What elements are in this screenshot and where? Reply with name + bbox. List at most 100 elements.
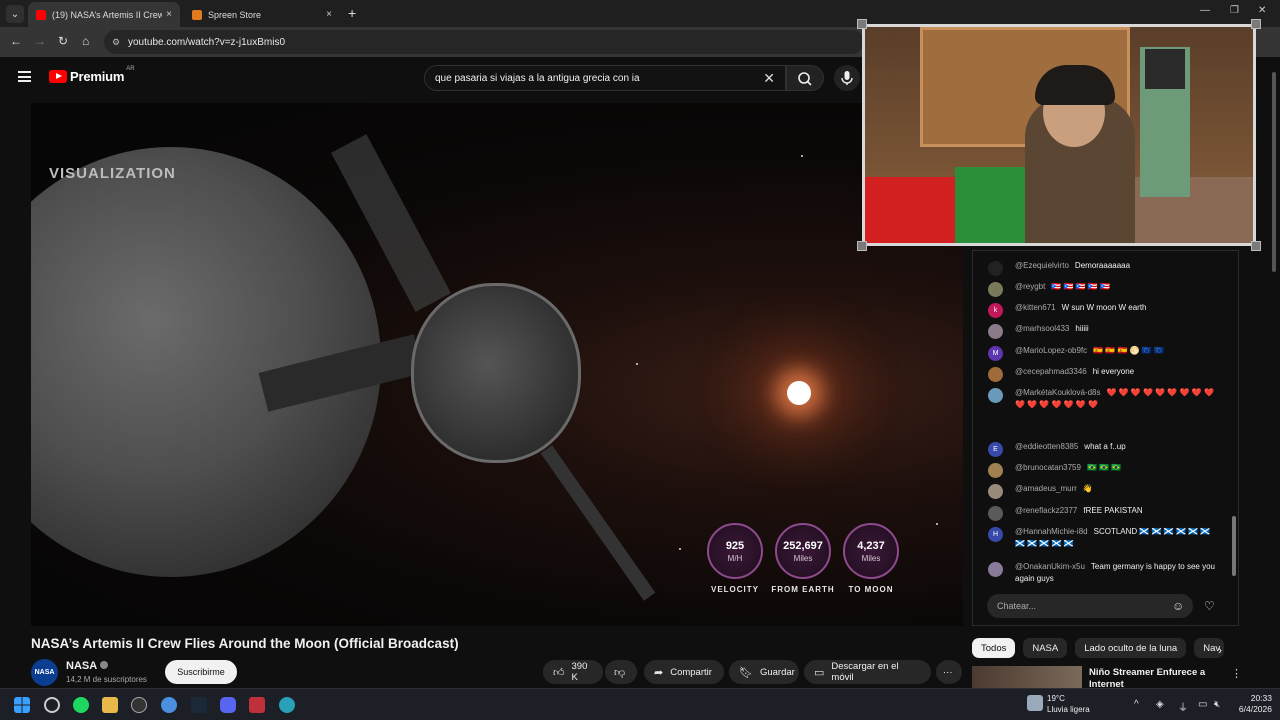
new-tab-button[interactable]: + (348, 5, 356, 21)
share-button[interactable]: ➦ Compartir (644, 660, 724, 684)
chat-message-body: @brunocatan3759 🇧🇷 🇧🇷 🇧🇷 (1015, 462, 1220, 474)
more-actions-button[interactable]: ··· (936, 660, 962, 684)
save-button[interactable]: 🔖︎ Guardar (729, 660, 799, 684)
chat-avatar[interactable] (988, 261, 1003, 276)
chat-message-body: @eddieotten8385 what a f..up (1015, 441, 1220, 453)
scrollbar-thumb[interactable] (1272, 72, 1276, 272)
4k-app-icon[interactable] (131, 697, 147, 713)
subscriber-count: 14,2 M de suscriptores (66, 675, 147, 684)
browser-tab-spreen-store[interactable]: Spreen Store × (184, 2, 340, 27)
chat-message-body: @MarioLopez-ob9fc 🇪🇸 🇪🇸 🇪🇸 🌕 🇪🇺 🇪🇺 (1015, 345, 1220, 357)
chat-username[interactable]: @amadeus_murr (1015, 484, 1077, 493)
chat-avatar[interactable] (988, 282, 1003, 297)
logo-text: Premium (70, 69, 125, 84)
chat-username[interactable]: @MarioLopez-ob9fc (1015, 346, 1087, 355)
chip-lado-oculto[interactable]: Lado oculto de la luna (1075, 638, 1187, 658)
emoji-icon[interactable]: ☺ (1172, 599, 1184, 613)
subscribe-button[interactable]: Suscribirme (165, 660, 237, 684)
chevron-right-icon[interactable]: › (1218, 643, 1222, 657)
download-button[interactable]: ▭ Descargar en el móvil (804, 660, 931, 684)
chat-scrollbar[interactable] (1232, 516, 1236, 576)
search-button[interactable] (786, 65, 824, 91)
chat-username[interactable]: @reneflackz2377 (1015, 506, 1077, 515)
chat-username[interactable]: @brunocatan3759 (1015, 463, 1081, 472)
chat-avatar[interactable]: k (988, 303, 1003, 318)
chat-username[interactable]: @eddieotten8385 (1015, 442, 1078, 451)
chat-avatar[interactable] (988, 562, 1003, 577)
channel-avatar[interactable]: NASA (31, 659, 58, 686)
channel-name[interactable]: NASA (66, 660, 109, 672)
chat-input[interactable]: Chatear... (987, 594, 1193, 618)
tab-close-icon[interactable]: × (166, 9, 172, 20)
chat-avatar[interactable] (988, 506, 1003, 521)
volume-muted-icon[interactable]: 🔇︎ (1214, 699, 1220, 710)
tab-close-icon[interactable]: × (326, 9, 332, 20)
spotify-icon[interactable] (73, 697, 89, 713)
more-options-icon[interactable]: ⋮ (1231, 667, 1242, 680)
chat-avatar[interactable] (988, 388, 1003, 403)
chevron-up-icon[interactable]: ^ (1134, 699, 1139, 710)
security-icon[interactable]: ◈ (1156, 699, 1164, 710)
chat-avatar[interactable] (988, 484, 1003, 499)
minimize-icon[interactable]: — (1200, 5, 1210, 16)
back-icon[interactable]: ← (10, 34, 22, 48)
close-window-icon[interactable]: ✕ (1258, 5, 1266, 16)
file-explorer-icon[interactable] (102, 697, 118, 713)
chat-message: @Ezequielvirto Demoraaaaaaa (988, 260, 1220, 276)
chip-todos[interactable]: Todos (972, 638, 1016, 658)
like-button[interactable]: 👍︎ 390 K (543, 660, 603, 684)
live-chat-panel: @Ezequielvirto Demoraaaaaaa @reygbt 🇵🇷 🇵🇷 🇵… (972, 250, 1239, 626)
home-icon[interactable]: ⌂ (82, 34, 89, 48)
discord-icon[interactable] (220, 697, 236, 713)
visualization-label: VISUALIZATION (49, 165, 176, 182)
tab-search-button[interactable]: ⌄ (6, 5, 24, 23)
chat-avatar[interactable] (988, 324, 1003, 339)
chat-username[interactable]: @cecepahmad3346 (1015, 367, 1087, 376)
search-query: que pasaria si viajas a la antigua greci… (435, 72, 640, 84)
video-player[interactable]: VISUALIZATION 925 M/H VELOCITY 252,697 M… (31, 103, 963, 626)
chrome-icon[interactable] (161, 697, 177, 713)
screen: ⌄ (19) NASA’s Artemis II Crew Flie × Spr… (0, 0, 1280, 720)
chat-username[interactable]: @MarkétaKouklová-d8s (1015, 388, 1101, 397)
youtube-favicon-icon (36, 9, 46, 20)
forward-icon[interactable]: → (34, 34, 46, 48)
app-icon[interactable] (249, 697, 265, 713)
chat-avatar[interactable] (988, 463, 1003, 478)
voice-search-button[interactable] (834, 65, 860, 91)
weather-icon[interactable] (1027, 695, 1043, 711)
youtube-logo[interactable]: Premium AR (49, 66, 135, 84)
clear-search-icon[interactable]: ✕ (763, 70, 775, 87)
chat-avatar[interactable]: H (988, 527, 1003, 542)
search-input[interactable]: que pasaria si viajas a la antigua greci… (424, 65, 786, 91)
reload-icon[interactable]: ↻ (58, 34, 68, 48)
browser-tab-youtube[interactable]: (19) NASA’s Artemis II Crew Flie × (28, 2, 180, 27)
dislike-button[interactable]: 👎︎ (605, 660, 637, 684)
system-clock[interactable]: 20:33 6/4/2026 (1232, 693, 1272, 715)
search-icon (798, 72, 812, 86)
chat-avatar[interactable]: E (988, 442, 1003, 457)
site-info-icon[interactable]: ⚙ (112, 37, 120, 48)
obs-icon[interactable] (44, 697, 60, 713)
weather-widget[interactable]: 19°C Lluvia ligera (1047, 693, 1090, 715)
chat-avatar[interactable]: M (988, 346, 1003, 361)
chat-username[interactable]: @Ezequielvirto (1015, 261, 1069, 270)
microphone-tray-icon[interactable]: ⏚ (1178, 699, 1188, 714)
windows-start-icon[interactable] (14, 697, 30, 713)
chat-username[interactable]: @marhsool433 (1015, 324, 1069, 333)
maximize-icon[interactable]: ❐ (1230, 5, 1239, 16)
heart-icon[interactable]: ♡ (1204, 599, 1215, 613)
chat-username[interactable]: @reygbt (1015, 282, 1045, 291)
steam-icon[interactable] (191, 697, 207, 713)
page-scrollbar[interactable] (1271, 62, 1277, 688)
chat-avatar[interactable] (988, 367, 1003, 382)
menu-icon[interactable] (18, 71, 31, 82)
video-thumbnail[interactable] (972, 666, 1082, 688)
chat-username[interactable]: @HannahMichie-i8d (1015, 527, 1088, 536)
browser-app-icon[interactable] (279, 697, 295, 713)
chip-nasa[interactable]: NASA (1023, 638, 1068, 658)
chat-username[interactable]: @kitten671 (1015, 303, 1056, 312)
chat-text: W sun W moon W earth (1061, 303, 1147, 312)
chat-username[interactable]: @OnakanUkim-x5u (1015, 562, 1085, 571)
network-icon[interactable]: ▭ (1198, 699, 1207, 710)
address-bar[interactable]: ⚙ youtube.com/watch?v=z-j1uxBmis0 (104, 30, 864, 54)
